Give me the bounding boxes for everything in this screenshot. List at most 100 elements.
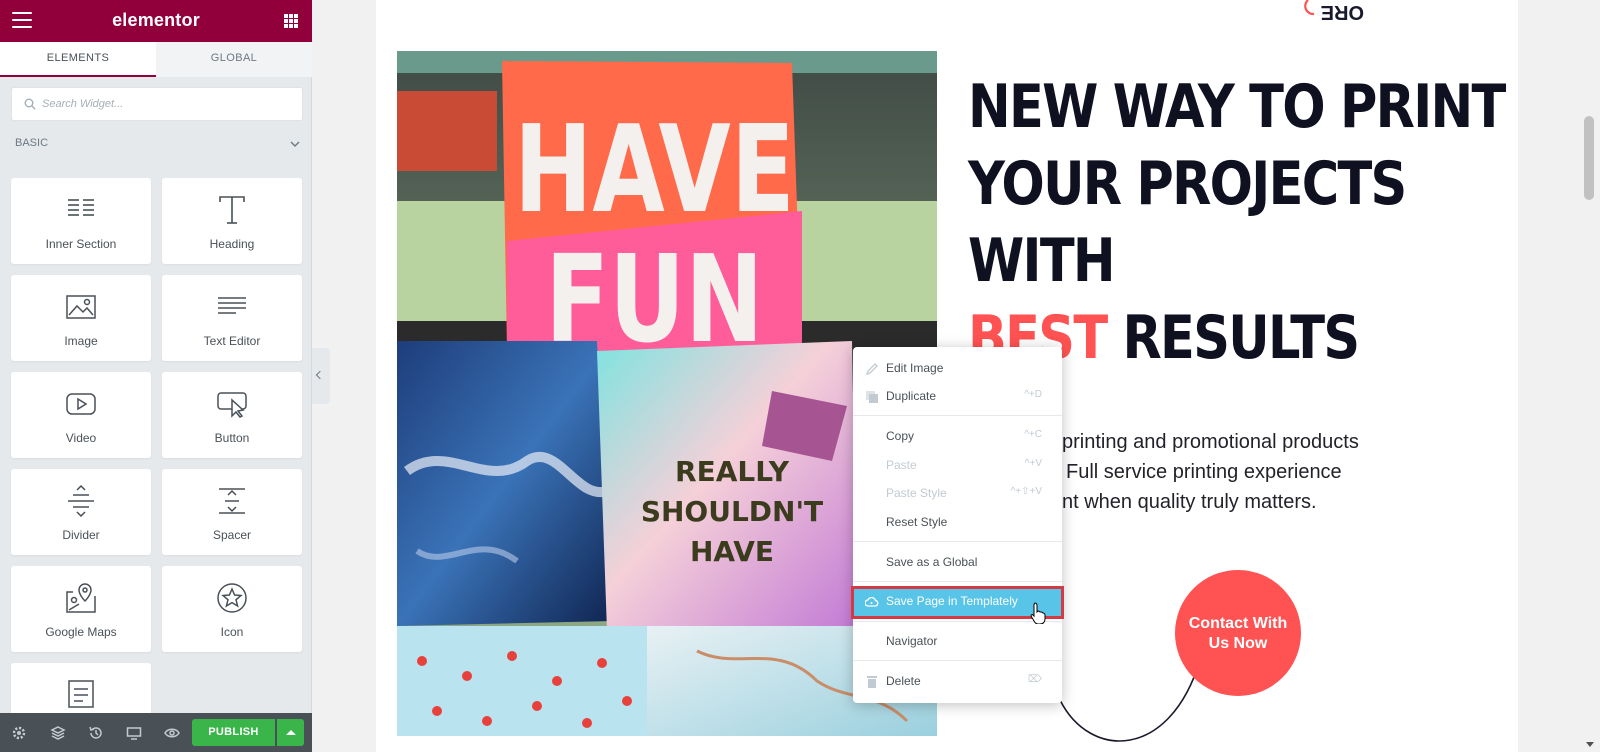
widget-icon[interactable]: Icon xyxy=(162,566,302,652)
bag-text-have-2: HAVE xyxy=(690,535,774,568)
hero-paragraph-line-2: Full service printing experience xyxy=(1066,461,1342,483)
widget-label: Text Editor xyxy=(203,334,261,348)
widget-label: Spacer xyxy=(212,528,252,542)
widget-image[interactable]: Image xyxy=(11,275,151,361)
cloud-icon xyxy=(865,596,879,607)
search-input[interactable] xyxy=(42,88,292,120)
layers-icon[interactable] xyxy=(50,725,66,741)
menu-label: Delete xyxy=(886,674,921,688)
elementor-logo: elementor xyxy=(112,10,200,30)
hero-heading-line-2: YOUR PROJECTS xyxy=(968,149,1407,219)
search-icon xyxy=(24,98,36,110)
heading-rest-word: RESULTS xyxy=(1122,303,1360,373)
menu-item-duplicate[interactable]: Duplicate ^+D xyxy=(853,383,1062,411)
menu-label: Copy xyxy=(886,429,915,443)
widget-partial[interactable] xyxy=(11,663,151,713)
category-label: BASIC xyxy=(15,137,49,149)
text-editor-icon xyxy=(218,297,246,314)
hero-heading-line-3: WITH xyxy=(968,226,1116,296)
menu-label: Duplicate xyxy=(886,389,937,403)
menu-label: Paste xyxy=(886,458,917,472)
menu-item-reset-style[interactable]: Reset Style xyxy=(853,509,1062,537)
scroll-down-arrow[interactable] xyxy=(1586,742,1594,747)
widget-inner-section[interactable]: Inner Section xyxy=(11,178,151,264)
button-icon xyxy=(217,392,247,418)
image-icon xyxy=(66,295,96,319)
publish-options-button[interactable] xyxy=(277,719,304,746)
widget-button[interactable]: Button xyxy=(162,372,302,458)
widget-label: Icon xyxy=(220,625,244,639)
scrollbar-thumb[interactable] xyxy=(1584,116,1594,200)
collapse-panel-toggle[interactable] xyxy=(312,348,330,404)
widget-label: Image xyxy=(64,334,98,348)
menu-shortcut: ^+C xyxy=(1024,429,1042,440)
widgets-grid-icon[interactable] xyxy=(284,14,298,28)
menu-separator xyxy=(853,541,1062,542)
widget-label: Video xyxy=(65,431,97,445)
widget-spacer[interactable]: Spacer xyxy=(162,469,302,555)
menu-shortcut: ^+V xyxy=(1024,458,1042,469)
hero-heading-line-1: NEW WAY TO PRINT xyxy=(968,72,1506,142)
badge-letters: ORE xyxy=(1321,1,1364,23)
menu-label: Save Page in Templately xyxy=(886,594,1018,608)
preview-eye-icon[interactable] xyxy=(164,725,180,741)
widget-label: Inner Section xyxy=(45,237,117,251)
menu-separator xyxy=(853,581,1062,582)
contact-line-2: Us Now xyxy=(1208,635,1268,652)
star-icon xyxy=(217,583,247,613)
text-path-icon xyxy=(68,680,94,708)
menu-label: Reset Style xyxy=(886,515,948,529)
responsive-icon[interactable] xyxy=(126,725,142,741)
widget-heading[interactable]: Heading xyxy=(162,178,302,264)
settings-icon[interactable] xyxy=(11,725,27,741)
menu-separator xyxy=(853,415,1062,416)
inner-section-icon xyxy=(68,199,94,216)
menu-label: Navigator xyxy=(886,634,938,648)
menu-label: Paste Style xyxy=(886,486,947,500)
menu-separator xyxy=(853,660,1062,661)
menu-item-copy[interactable]: Copy ^+C xyxy=(853,423,1062,451)
editor-window: elementor ELEMENTS GLOBAL BASIC Inner Se… xyxy=(0,0,1600,752)
widget-video[interactable]: Video xyxy=(11,372,151,458)
trash-icon xyxy=(867,676,877,688)
contact-button[interactable]: Contact With Us Now xyxy=(1175,570,1301,696)
context-menu: Edit Image Duplicate ^+D Copy ^+C Paste … xyxy=(851,347,1064,703)
scrollbar-track[interactable] xyxy=(1580,0,1600,752)
widget-google-maps[interactable]: Google Maps xyxy=(11,566,151,652)
video-icon xyxy=(66,393,96,415)
panel-header: elementor xyxy=(0,0,312,42)
tab-global[interactable]: GLOBAL xyxy=(156,42,312,77)
menu-item-paste[interactable]: Paste ^+V xyxy=(853,452,1062,480)
bag-text-really: REALLY xyxy=(675,455,790,488)
widget-text-editor[interactable]: Text Editor xyxy=(162,275,302,361)
google-maps-icon xyxy=(66,583,96,613)
bag-text-shouldnt: SHOULDN'T xyxy=(641,495,823,528)
contact-line-1: Contact With xyxy=(1188,615,1288,632)
menu-item-paste-style[interactable]: Paste Style ^+⇧+V xyxy=(853,480,1062,508)
widget-divider[interactable]: Divider xyxy=(11,469,151,555)
menu-item-navigator[interactable]: Navigator xyxy=(853,628,1062,656)
panel-tabs: ELEMENTS GLOBAL xyxy=(0,42,312,77)
widget-search xyxy=(11,87,303,121)
publish-button[interactable]: PUBLISH xyxy=(192,719,275,746)
category-basic[interactable]: BASIC xyxy=(15,137,300,155)
tab-elements[interactable]: ELEMENTS xyxy=(0,42,156,77)
rotating-badge-text: ORE xyxy=(1300,0,1400,32)
menu-item-delete[interactable]: Delete ⌦ xyxy=(853,668,1062,696)
menu-label: Edit Image xyxy=(886,361,944,375)
menu-label: Save as a Global xyxy=(886,555,978,569)
history-icon[interactable] xyxy=(88,725,104,741)
widget-label: Google Maps xyxy=(45,625,117,639)
menu-shortcut: ^+D xyxy=(1024,389,1042,400)
menu-item-edit-image[interactable]: Edit Image xyxy=(853,355,1062,383)
widget-label: Divider xyxy=(62,528,100,542)
heading-icon xyxy=(219,196,245,224)
hero-paragraph-line-1: printing and promotional products xyxy=(1062,431,1359,453)
menu-item-save-as-global[interactable]: Save as a Global xyxy=(853,549,1062,577)
elementor-panel: elementor ELEMENTS GLOBAL BASIC Inner Se… xyxy=(0,0,312,752)
hero-paragraph-line-3: nt when quality truly matters. xyxy=(1062,491,1317,513)
pencil-icon xyxy=(865,363,878,376)
duplicate-icon xyxy=(866,391,878,403)
spacer-icon xyxy=(219,488,245,514)
chevron-down-icon xyxy=(290,141,300,147)
